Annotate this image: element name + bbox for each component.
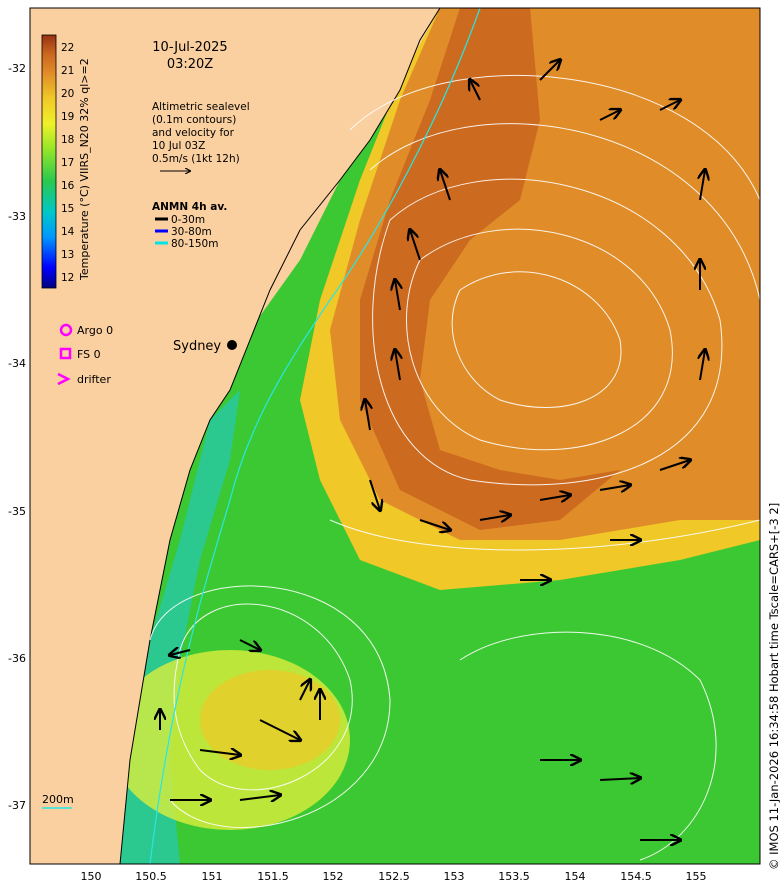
lon-label: 153 bbox=[444, 870, 465, 883]
altimetry-line: and velocity for bbox=[152, 127, 235, 139]
anmn-title: ANMN 4h av. bbox=[152, 201, 227, 213]
drifter-label: drifter bbox=[77, 373, 111, 386]
sydney-marker bbox=[227, 340, 237, 350]
lon-axis: 150 150.5 151 151.5 152 152.5 153 153.5 … bbox=[81, 870, 707, 883]
argo-label: Argo 0 bbox=[77, 324, 113, 337]
colorbar-tick: 15 bbox=[61, 203, 74, 215]
lon-label: 152.5 bbox=[378, 870, 410, 883]
colorbar-strip bbox=[41, 34, 57, 289]
altimetry-line: 10 Jul 03Z bbox=[152, 140, 205, 152]
colorbar-tick: 16 bbox=[61, 180, 75, 192]
map-time: 03:20Z bbox=[167, 57, 213, 72]
lon-label: 150.5 bbox=[135, 870, 167, 883]
colorbar-label: Temperature (°C) VIIRS_N20 32% ql>=2 bbox=[78, 58, 91, 281]
colorbar-tick: 17 bbox=[61, 157, 74, 169]
isobath-label: 200m bbox=[42, 793, 74, 806]
lon-label: 153.5 bbox=[498, 870, 530, 883]
colorbar-tick: 20 bbox=[61, 88, 74, 100]
lon-label: 151.5 bbox=[257, 870, 289, 883]
anmn-label: 0-30m bbox=[171, 214, 205, 226]
city-label: Sydney bbox=[173, 339, 221, 354]
lat-label: -37 bbox=[8, 799, 26, 812]
fs-label: FS 0 bbox=[77, 348, 101, 361]
colorbar-tick: 19 bbox=[61, 111, 74, 123]
lat-label: -32 bbox=[8, 62, 26, 75]
lat-axis: -32 -33 -34 -35 -36 -37 bbox=[8, 62, 26, 812]
colorbar-tick: 14 bbox=[61, 226, 75, 238]
colorbar-tick: 13 bbox=[61, 249, 74, 261]
lat-label: -34 bbox=[8, 357, 26, 370]
sst-field bbox=[30, 8, 760, 864]
lat-label: -35 bbox=[8, 505, 26, 518]
altimetry-line: Altimetric sealevel bbox=[152, 101, 250, 113]
lat-label: -33 bbox=[8, 210, 26, 223]
colorbar-tick: 22 bbox=[61, 42, 74, 54]
anmn-label: 80-150m bbox=[171, 238, 218, 250]
lon-label: 154 bbox=[565, 870, 586, 883]
map-date: 10-Jul-2025 bbox=[152, 40, 227, 55]
lon-label: 154.5 bbox=[620, 870, 652, 883]
lon-label: 152 bbox=[323, 870, 344, 883]
anmn-label: 30-80m bbox=[171, 226, 212, 238]
colorbar: 12 13 14 15 16 17 18 19 20 21 22 Tempera… bbox=[41, 34, 91, 289]
lon-label: 151 bbox=[202, 870, 223, 883]
altimetry-line: (0.1m contours) bbox=[152, 114, 236, 126]
lat-label: -36 bbox=[8, 652, 26, 665]
footer-credit: © IMOS 11-Jan-2026 16:34:58 Hobart time … bbox=[767, 503, 780, 870]
lon-label: 155 bbox=[686, 870, 707, 883]
altimetry-scale: 0.5m/s (1kt 12h) bbox=[152, 153, 240, 165]
lon-label: 150 bbox=[81, 870, 102, 883]
colorbar-tick: 18 bbox=[61, 134, 74, 146]
sst-map: -32 -33 -34 -35 -36 -37 150 150.5 151 15… bbox=[8, 7, 780, 883]
colorbar-tick: 21 bbox=[61, 65, 74, 77]
colorbar-tick: 12 bbox=[61, 272, 74, 284]
